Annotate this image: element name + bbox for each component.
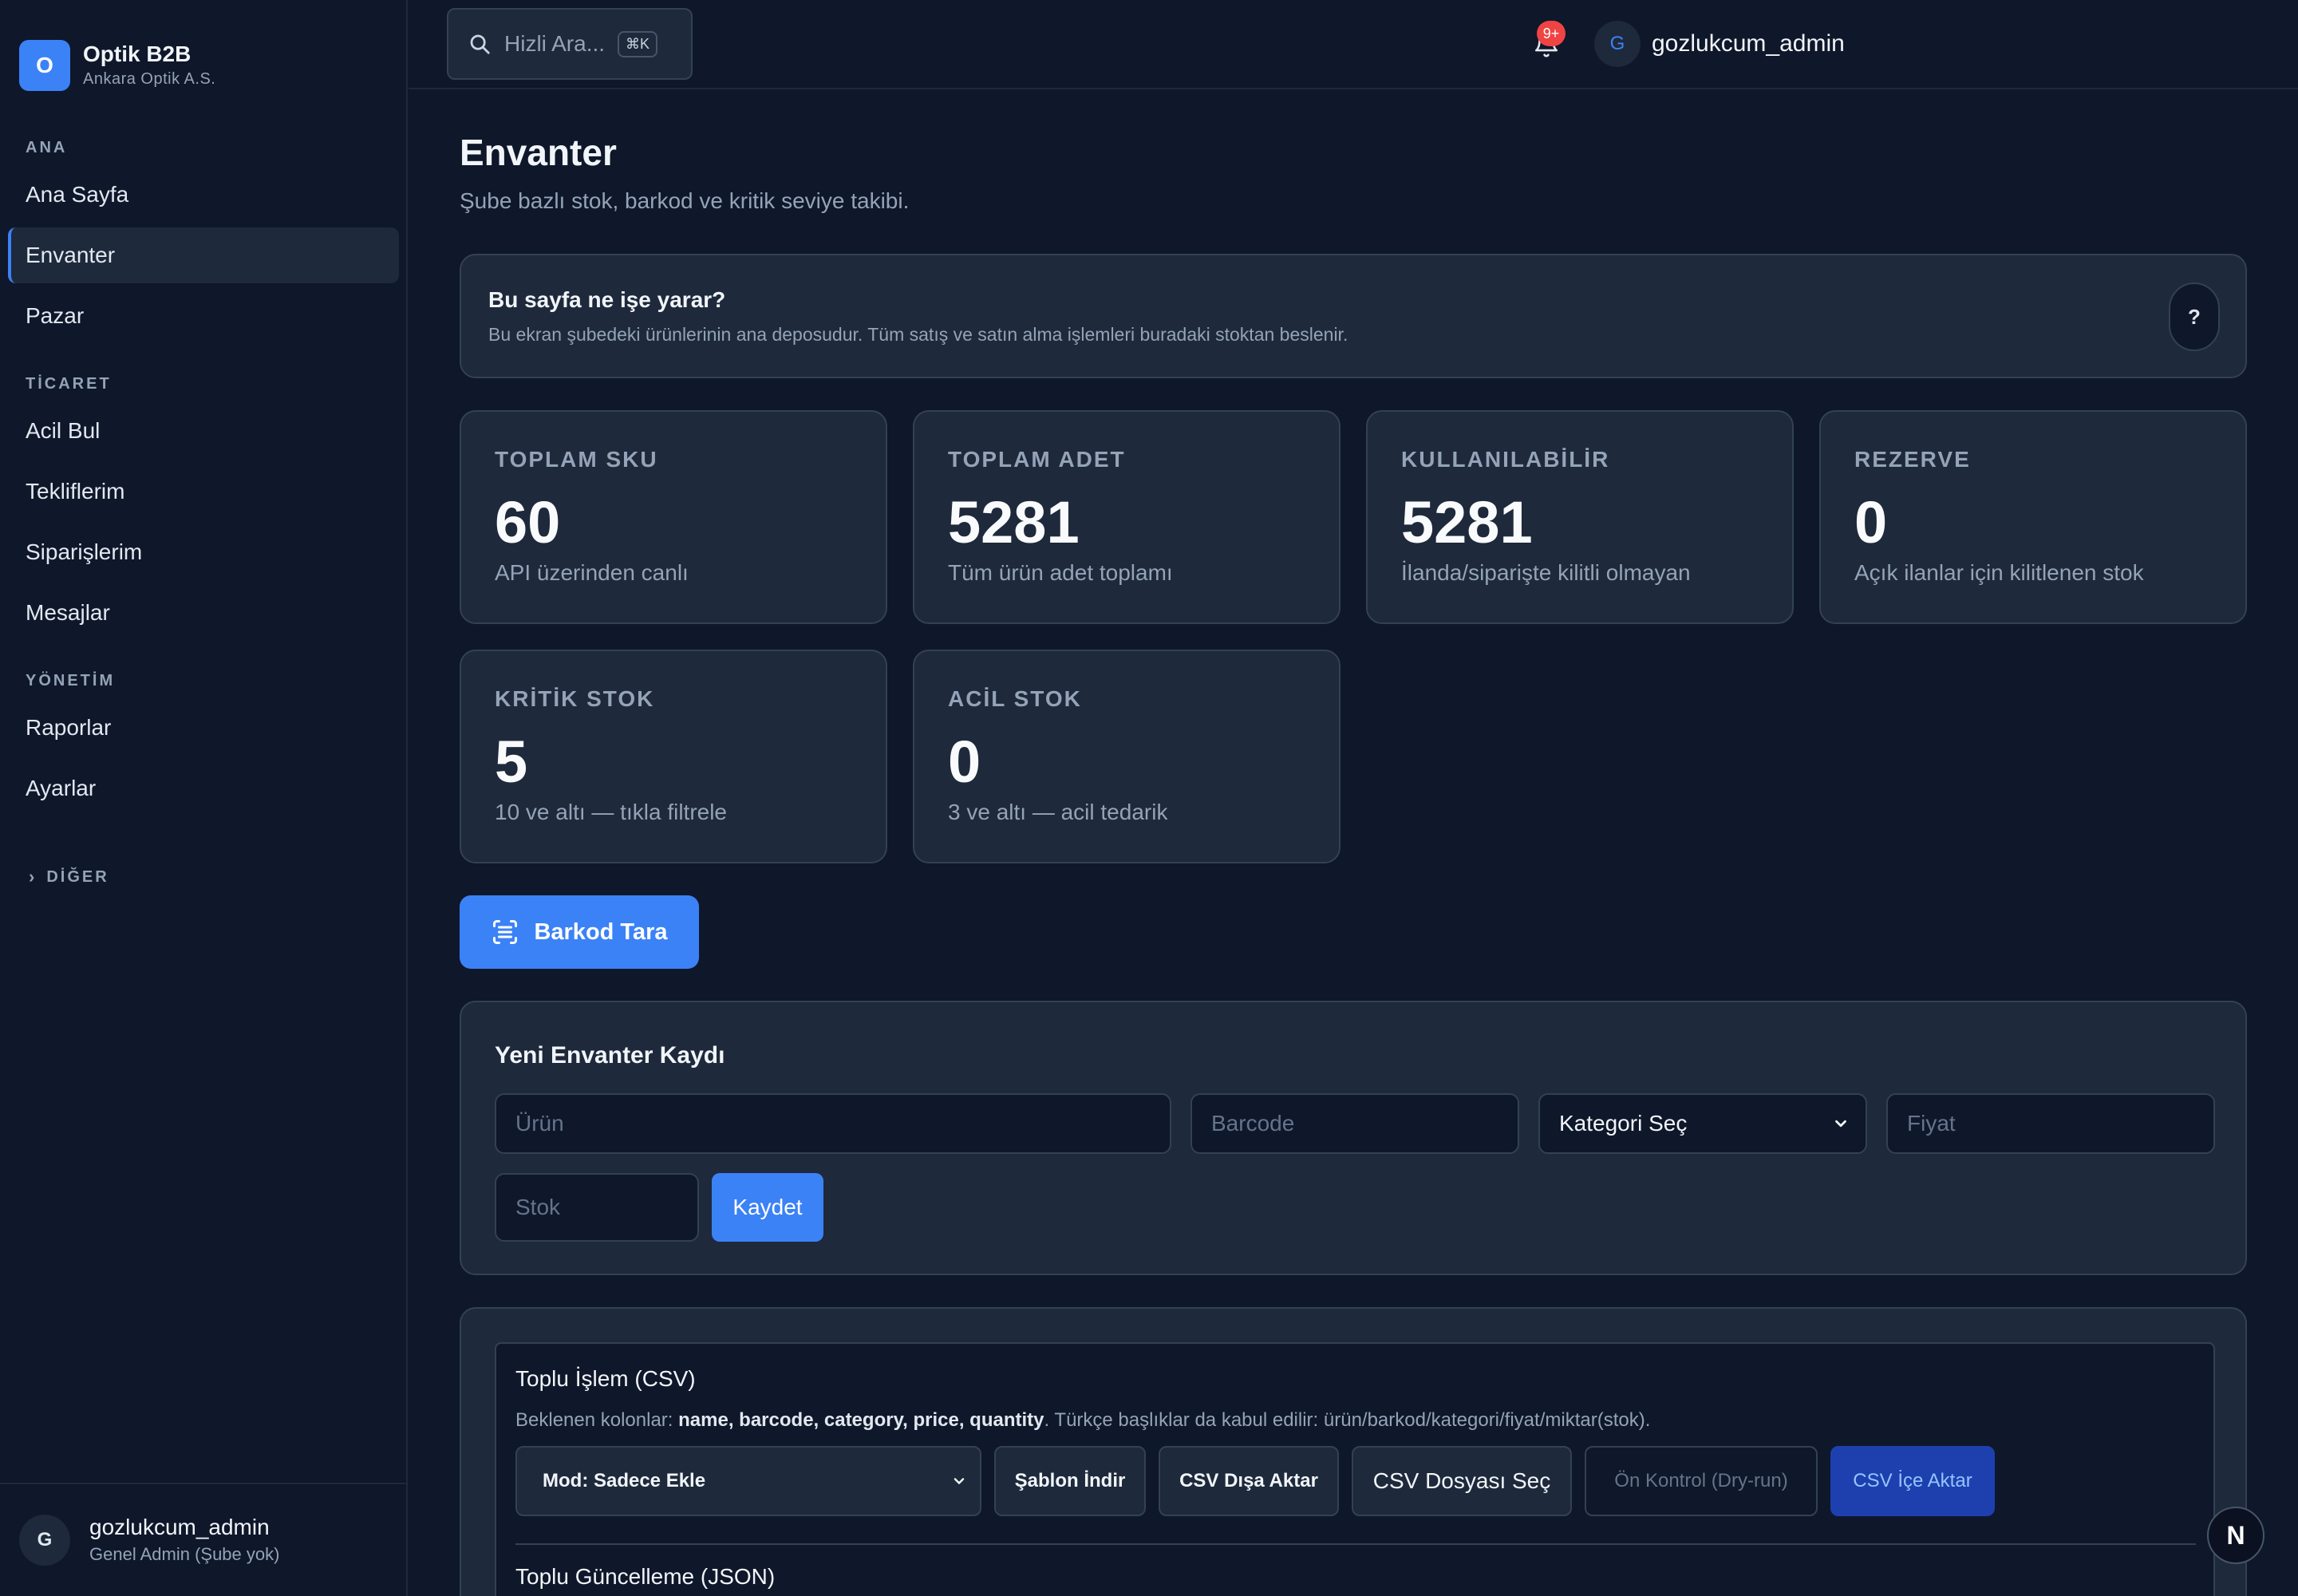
top-username: gozlukcum_admin — [1652, 30, 1845, 57]
stat-label: TOPLAM ADET — [948, 447, 1126, 472]
sidebar-item-mesajlar[interactable]: Mesajlar — [8, 585, 399, 641]
bulk-cols-list: name, barcode, category, price, quantity — [678, 1409, 1044, 1431]
stat-value: 0 — [948, 729, 981, 795]
sidebar-item-raporlar[interactable]: Raporlar — [8, 700, 399, 756]
nav-section-ticaret: TİCARET — [26, 375, 112, 393]
stat-label: TOPLAM SKU — [495, 447, 658, 472]
brand-name: Optik B2B — [83, 41, 192, 66]
stat-value: 5 — [495, 729, 528, 795]
chevron-right-icon: › — [29, 867, 38, 887]
help-text: Bu ekran şubedeki ürünlerinin ana deposu… — [488, 324, 1348, 345]
sidebar-item-siparislerim[interactable]: Siparişlerim — [8, 524, 399, 580]
stat-value: 5281 — [948, 489, 1080, 555]
sidebar-item-acil-bul[interactable]: Acil Bul — [8, 403, 399, 459]
search-shortcut: ⌘K — [618, 30, 658, 57]
divider — [515, 1543, 2196, 1545]
nav-section-yonetim: YÖNETİM — [26, 672, 116, 689]
bulk-json-title: Toplu Güncelleme (JSON) — [515, 1564, 776, 1589]
chevron-down-icon — [954, 1478, 965, 1484]
help-title: Bu sayfa ne işe yarar? — [488, 287, 726, 312]
csv-choose-file-button[interactable]: CSV Dosyası Seç — [1352, 1446, 1572, 1516]
sidebar-item-ana-sayfa[interactable]: Ana Sayfa — [8, 167, 399, 223]
stat-desc: 10 ve altı — tıkla filtrele — [495, 800, 728, 824]
notification-badge: 9+ — [1537, 21, 1566, 46]
brand-logo: O — [19, 40, 70, 91]
csv-export-button[interactable]: CSV Dışa Aktar — [1159, 1446, 1339, 1516]
sidebar-user[interactable]: G gozlukcum_admin Genel Admin (Şube yok) — [0, 1483, 406, 1596]
stat-card-toplam-adet: TOPLAM ADET 5281 Tüm ürün adet toplamı — [913, 410, 1340, 624]
product-input[interactable]: Ürün — [495, 1093, 1171, 1154]
barcode-scan-icon — [493, 920, 518, 944]
new-inventory-title: Yeni Envanter Kaydı — [495, 1042, 725, 1069]
user-menu[interactable]: G gozlukcum_admin — [1594, 21, 1845, 67]
stat-desc: İlanda/siparişte kilitli olmayan — [1401, 560, 1691, 585]
stat-label: REZERVE — [1854, 447, 1971, 472]
barcode-scan-button[interactable]: Barkod Tara — [460, 895, 699, 969]
category-select[interactable]: Kategori Seç — [1538, 1093, 1867, 1154]
bulk-csv-columns: Beklenen kolonlar: name, barcode, catego… — [515, 1409, 1650, 1432]
stat-label: KULLANILABİLİR — [1401, 447, 1610, 472]
price-input[interactable]: Fiyat — [1886, 1093, 2215, 1154]
sidebar-other-toggle[interactable]: › DİĞER — [29, 867, 109, 887]
stat-desc: 3 ve altı — acil tedarik — [948, 800, 1168, 824]
bulk-cols-prefix: Beklenen kolonlar: — [515, 1409, 679, 1431]
stock-input[interactable]: Stok — [495, 1173, 699, 1242]
stat-value: 60 — [495, 489, 561, 555]
stat-card-acil-stok: ACİL STOK 0 3 ve altı — acil tedarik — [913, 650, 1340, 863]
avatar: G — [1594, 21, 1641, 67]
sidebar: O Optik B2B Ankara Optik A.S. ANA Ana Sa… — [0, 0, 408, 1596]
bulk-operations-card: Toplu İşlem (CSV) Beklenen kolonlar: nam… — [460, 1307, 2247, 1596]
nav-section-ana: ANA — [26, 139, 68, 156]
download-template-button[interactable]: Şablon İndir — [994, 1446, 1146, 1516]
sidebar-item-pazar[interactable]: Pazar — [8, 288, 399, 344]
nextjs-dev-badge[interactable]: N — [2207, 1507, 2264, 1564]
help-button[interactable]: ? — [2169, 282, 2220, 351]
nav-section-diger: DİĞER — [46, 867, 109, 886]
stat-desc: Tüm ürün adet toplamı — [948, 560, 1173, 585]
stat-desc: API üzerinden canlı — [495, 560, 689, 585]
bulk-mode-value: Mod: Sadece Ekle — [543, 1470, 706, 1491]
brand-subtitle: Ankara Optik A.S. — [83, 70, 216, 88]
search-icon — [470, 34, 490, 54]
barcode-input[interactable]: Barcode — [1190, 1093, 1519, 1154]
search-placeholder: Hizli Ara... — [504, 31, 606, 56]
bulk-cols-suffix: . Türkçe başlıklar da kabul edilir: ürün… — [1044, 1409, 1651, 1431]
sidebar-item-envanter[interactable]: Envanter — [8, 227, 399, 283]
bulk-csv-panel: Toplu İşlem (CSV) Beklenen kolonlar: nam… — [495, 1342, 2215, 1596]
search-input[interactable]: Hizli Ara... ⌘K — [447, 8, 693, 80]
stat-label: ACİL STOK — [948, 686, 1082, 711]
sidebar-user-name: gozlukcum_admin — [89, 1515, 270, 1539]
stat-value: 0 — [1854, 489, 1888, 555]
sidebar-user-role: Genel Admin (Şube yok) — [89, 1544, 280, 1564]
sidebar-item-ayarlar[interactable]: Ayarlar — [8, 760, 399, 816]
brand[interactable]: O Optik B2B Ankara Optik A.S. — [19, 40, 215, 91]
stat-card-kritik-stok[interactable]: KRİTİK STOK 5 10 ve altı — tıkla filtrel… — [460, 650, 887, 863]
avatar: G — [19, 1515, 70, 1566]
dry-run-button[interactable]: Ön Kontrol (Dry-run) — [1585, 1446, 1818, 1516]
chevron-down-icon — [1835, 1120, 1846, 1128]
stat-value: 5281 — [1401, 489, 1533, 555]
stat-desc: Açık ilanlar için kilitlenen stok — [1854, 560, 2144, 585]
bulk-mode-select[interactable]: Mod: Sadece Ekle — [515, 1446, 981, 1516]
new-inventory-form: Yeni Envanter Kaydı Ürün Barcode Kategor… — [460, 1001, 2247, 1275]
page-title: Envanter — [460, 132, 617, 173]
csv-import-button[interactable]: CSV İçe Aktar — [1830, 1446, 1995, 1516]
category-select-value: Kategori Seç — [1559, 1111, 1688, 1136]
topbar: Hizli Ara... ⌘K — [409, 0, 2298, 89]
stat-card-kullanilabilir: KULLANILABİLİR 5281 İlanda/siparişte kil… — [1366, 410, 1794, 624]
stat-card-rezerve: REZERVE 0 Açık ilanlar için kilitlenen s… — [1819, 410, 2247, 624]
page-subtitle: Şube bazlı stok, barkod ve kritik seviye… — [460, 188, 910, 213]
stat-label: KRİTİK STOK — [495, 686, 655, 711]
barcode-scan-label: Barkod Tara — [534, 918, 668, 945]
bulk-csv-title: Toplu İşlem (CSV) — [515, 1366, 696, 1391]
sidebar-item-tekliflerim[interactable]: Tekliflerim — [8, 464, 399, 519]
save-button[interactable]: Kaydet — [712, 1173, 823, 1242]
help-card: Bu sayfa ne işe yarar? Bu ekran şubedeki… — [460, 254, 2247, 378]
stat-card-toplam-sku: TOPLAM SKU 60 API üzerinden canlı — [460, 410, 887, 624]
